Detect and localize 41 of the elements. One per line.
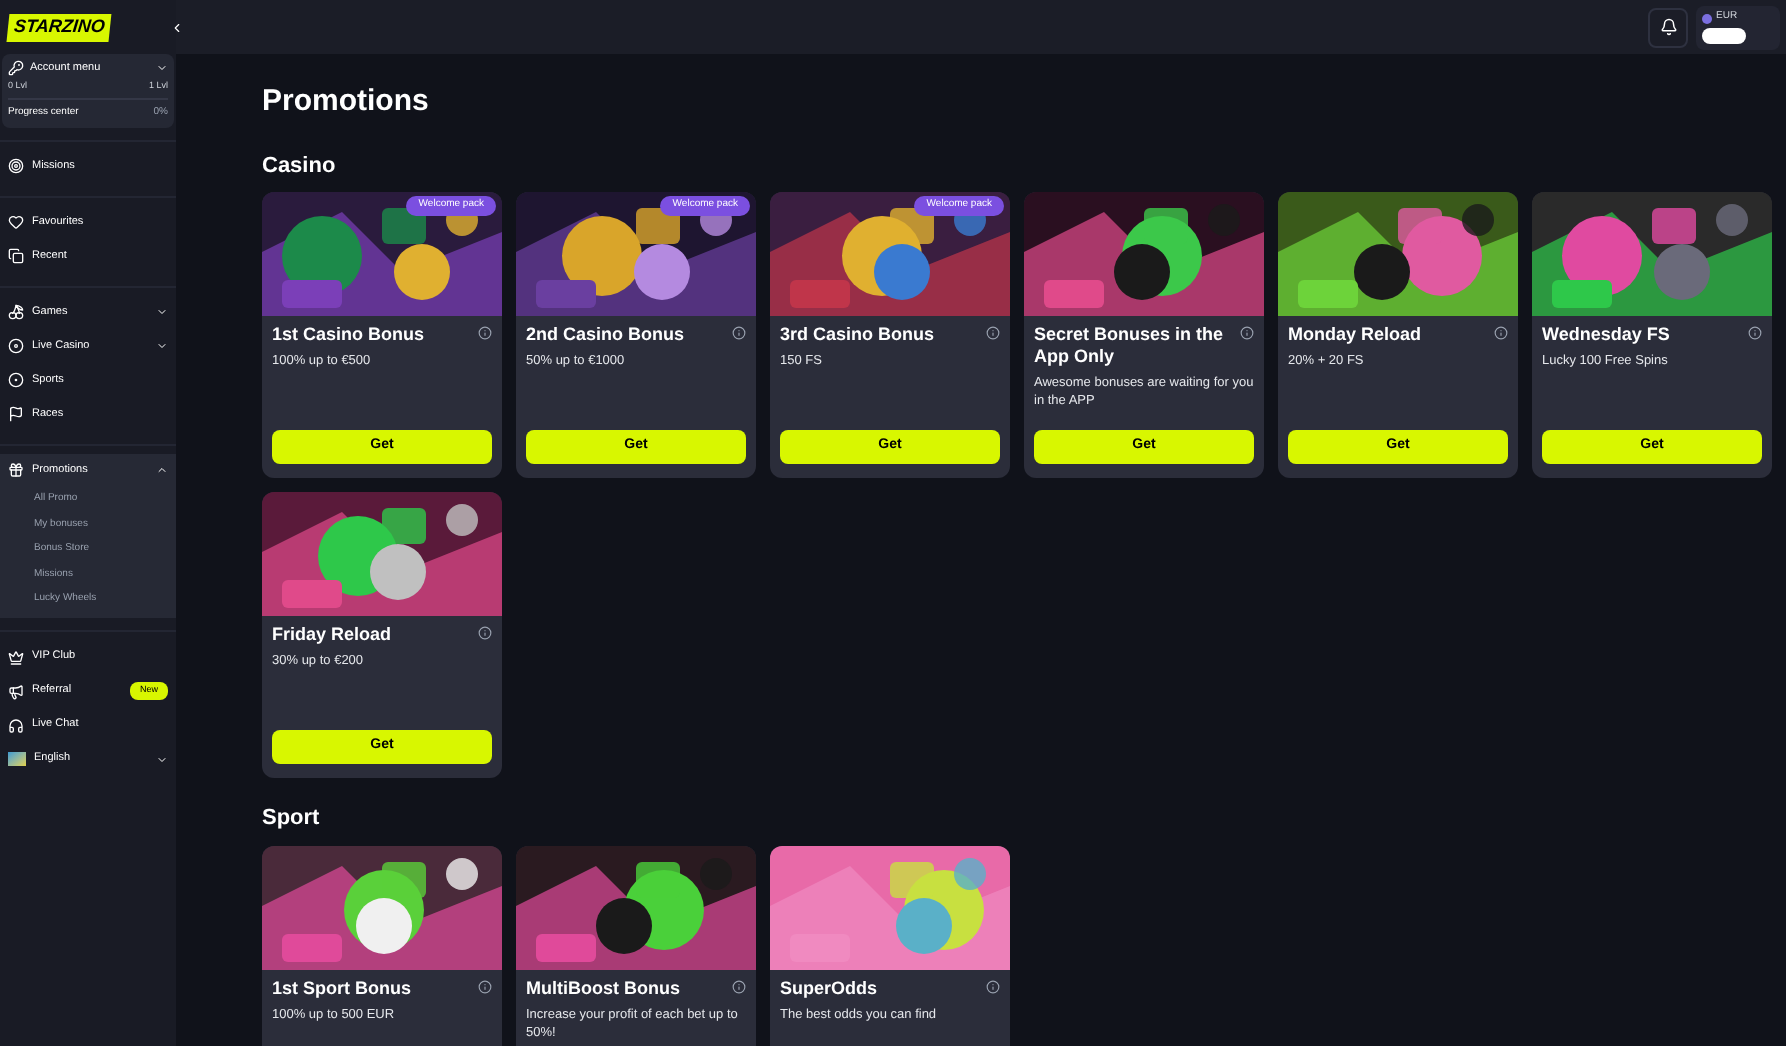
info-icon[interactable] (478, 979, 492, 993)
headset-icon (8, 717, 24, 733)
logo[interactable]: STARZINO (6, 13, 113, 41)
gift-icon (8, 462, 24, 478)
copy-icon (8, 248, 24, 264)
language-flag-icon (8, 752, 26, 766)
info-icon[interactable] (1748, 326, 1762, 340)
target-icon (8, 158, 24, 174)
notifications-button[interactable] (1648, 7, 1688, 47)
balance-mask (1702, 27, 1746, 44)
card-title: 1st Sport Bonus (272, 977, 412, 999)
info-icon[interactable] (732, 326, 746, 340)
card-title: Monday Reload (1288, 324, 1422, 346)
info-icon[interactable] (478, 626, 492, 640)
key-icon (8, 60, 24, 77)
card-title: SuperOdds (780, 977, 878, 999)
ball-icon (8, 372, 24, 388)
info-icon[interactable] (986, 326, 1000, 340)
card-title: Friday Reload (272, 624, 392, 646)
back-icon (170, 19, 184, 35)
bell-icon (1659, 18, 1677, 36)
section-title: Casino (262, 151, 338, 181)
card-title: 2nd Casino Bonus (526, 324, 685, 346)
card-title: Wednesday FS (1542, 324, 1670, 346)
info-icon[interactable] (478, 326, 492, 340)
crown-icon (8, 649, 24, 665)
section-title: Sport (262, 804, 322, 834)
megaphone-icon (8, 683, 24, 699)
disc-icon (8, 338, 24, 354)
info-icon[interactable] (1494, 326, 1508, 340)
card-title: 3rd Casino Bonus (780, 324, 935, 346)
heart-icon (8, 214, 24, 230)
card-title: Secret Bonuses in the App Only (1034, 324, 1226, 368)
flag-icon (8, 406, 24, 422)
card-title: 1st Casino Bonus (272, 324, 425, 346)
info-icon[interactable] (1240, 326, 1254, 340)
card-title: MultiBoost Bonus (526, 977, 680, 999)
page-title: Promotions (262, 82, 431, 122)
info-icon[interactable] (732, 979, 746, 993)
cherries-icon (8, 304, 24, 320)
info-icon[interactable] (986, 979, 1000, 993)
